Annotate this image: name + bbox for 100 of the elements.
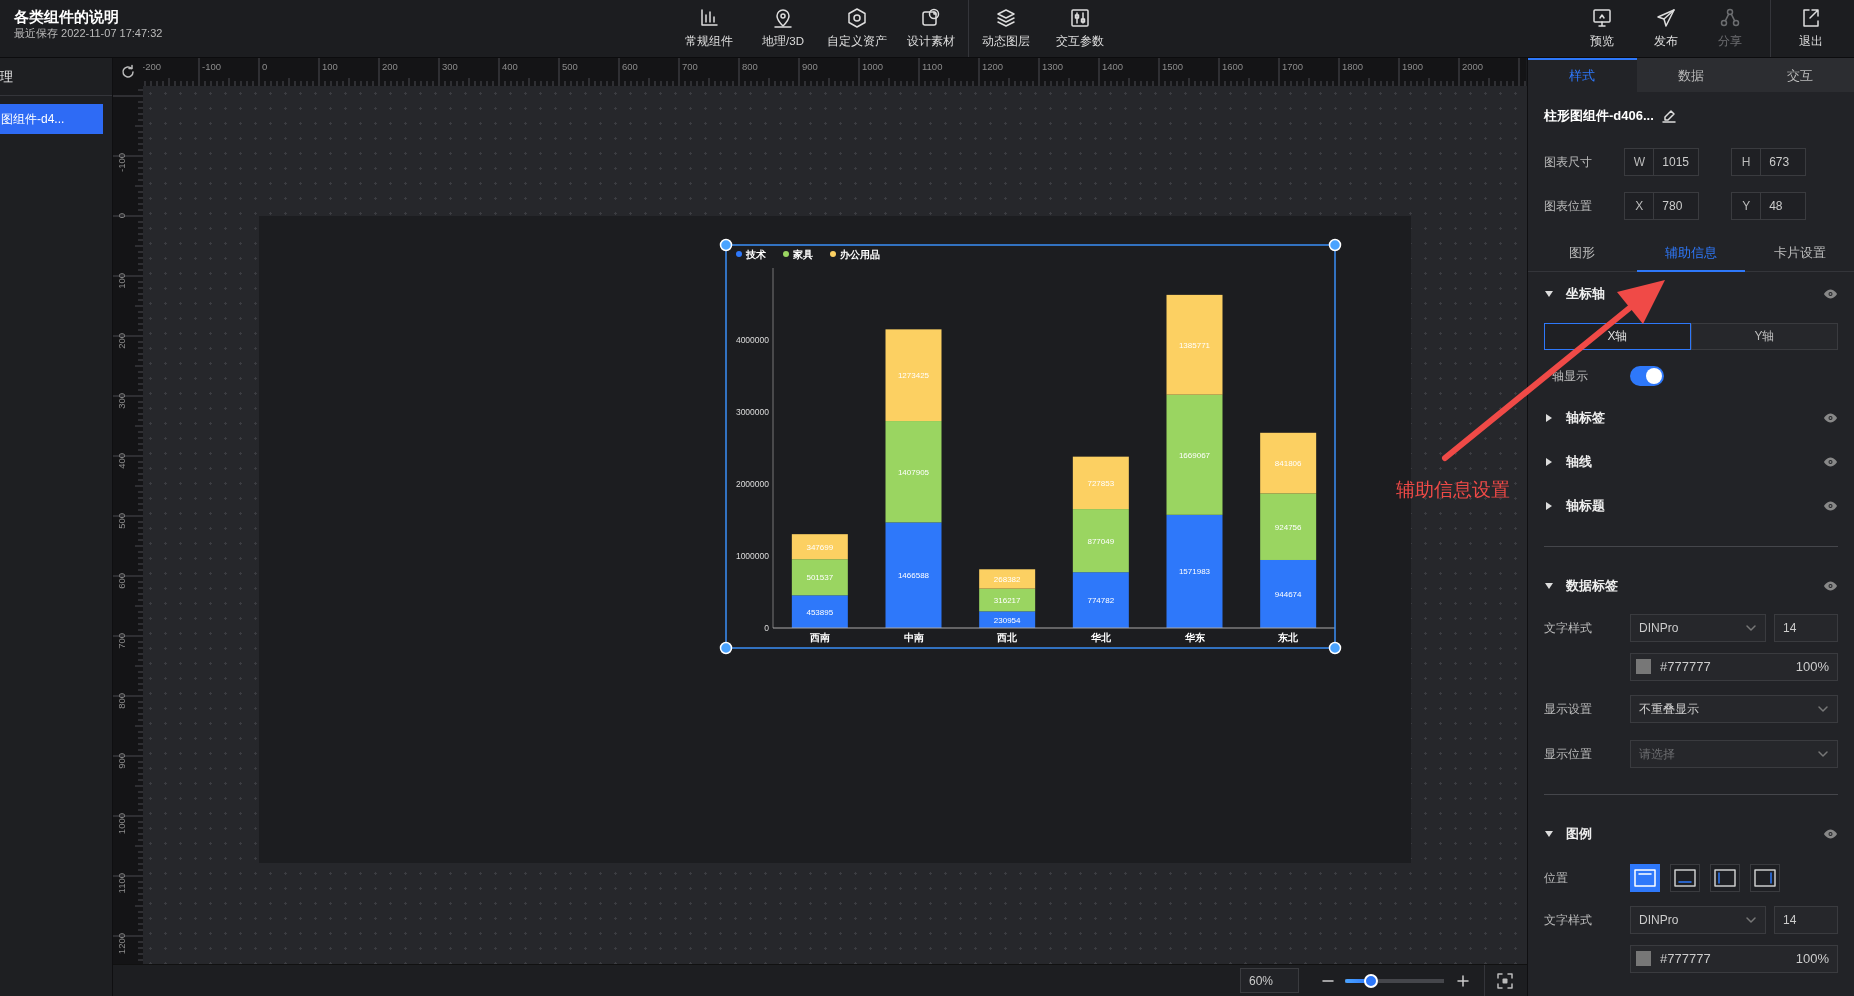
- data-label: 1466588: [897, 571, 930, 581]
- axis-label: 西北: [997, 632, 1018, 643]
- font-select[interactable]: DINPro: [1630, 905, 1766, 934]
- legend-label: 办公用品: [840, 248, 880, 260]
- panel-tab[interactable]: 数据: [1636, 58, 1746, 92]
- ruler-label: 0: [116, 213, 127, 219]
- ruler-label: 1500: [1162, 61, 1184, 72]
- field-label: 显示设置: [1544, 700, 1593, 718]
- sub-tab[interactable]: 图形: [1528, 236, 1637, 272]
- bar: [1260, 560, 1317, 628]
- bar: [791, 559, 848, 596]
- ruler-label: 300: [116, 393, 127, 409]
- plus-icon[interactable]: [1456, 973, 1470, 988]
- field-label: 显示位置: [1544, 745, 1593, 763]
- color-field[interactable]: #777777 100%: [1630, 652, 1838, 681]
- zoom-field[interactable]: 60%: [1240, 968, 1299, 993]
- axis-label: 0: [764, 623, 769, 633]
- eye-icon[interactable]: [1823, 827, 1838, 841]
- eye-icon[interactable]: [1823, 499, 1838, 513]
- panel-title: 理: [0, 67, 13, 86]
- legend-position-button[interactable]: [1710, 864, 1740, 892]
- layout-icon: [1714, 869, 1736, 887]
- data-label: 774782: [1087, 596, 1115, 606]
- legend-position-button[interactable]: [1630, 864, 1660, 892]
- data-label: 1385771: [1178, 340, 1211, 350]
- toolbar-button[interactable]: 地理/3D: [746, 0, 820, 58]
- slider-thumb[interactable]: [1363, 973, 1378, 988]
- toolbar-button[interactable]: 预览: [1570, 0, 1634, 58]
- resize-handle[interactable]: [719, 641, 733, 655]
- ruler-label: -100: [116, 153, 127, 172]
- toolbar-button[interactable]: 交互参数: [1043, 0, 1117, 58]
- paper-plane-icon: [1655, 7, 1677, 30]
- ruler-label: 1000: [116, 813, 127, 835]
- caret-icon[interactable]: [1544, 581, 1554, 591]
- ruler-label: 1000: [862, 61, 884, 72]
- bar: [791, 534, 848, 560]
- sub-tab[interactable]: 卡片设置: [1745, 236, 1854, 272]
- axis-label: 华北: [1090, 632, 1111, 643]
- field-label: 图表位置: [1544, 198, 1593, 215]
- toolbar-button[interactable]: 动态图层: [969, 0, 1043, 58]
- number-field[interactable]: H 673: [1731, 148, 1806, 176]
- toolbar-button[interactable]: 设计素材: [894, 0, 968, 58]
- ruler-label: -200: [143, 61, 161, 72]
- caret-icon[interactable]: [1544, 289, 1554, 299]
- size-field[interactable]: 14: [1774, 905, 1838, 934]
- eye-icon[interactable]: [1823, 287, 1838, 301]
- edit-icon[interactable]: [1661, 109, 1676, 123]
- resize-handle[interactable]: [1328, 641, 1342, 655]
- ruler-label: 500: [562, 61, 578, 72]
- eye-icon[interactable]: [1823, 579, 1838, 593]
- section-title: 坐标轴: [1566, 285, 1605, 304]
- resize-handle[interactable]: [719, 238, 733, 252]
- axis-label: 华东: [1184, 632, 1205, 643]
- font-select[interactable]: DINPro: [1630, 613, 1766, 642]
- toolbar-button[interactable]: 退出: [1779, 0, 1843, 58]
- ruler-label: 1200: [982, 61, 1004, 72]
- caret-icon[interactable]: [1544, 829, 1554, 839]
- caret-icon[interactable]: [1544, 457, 1554, 467]
- color-field[interactable]: #777777 100%: [1630, 944, 1838, 973]
- data-label: 453895: [806, 607, 834, 617]
- ruler-label: 1900: [1402, 61, 1424, 72]
- toolbar-button[interactable]: 常规组件: [672, 0, 746, 58]
- field-prefix: W: [1625, 149, 1655, 175]
- ruler-label: 400: [502, 61, 518, 72]
- bar: [1072, 572, 1129, 628]
- ruler-label: 100: [116, 273, 127, 289]
- ruler-label: 200: [116, 333, 127, 349]
- legend-position-button[interactable]: [1750, 864, 1780, 892]
- data-label: 501537: [806, 573, 834, 583]
- resize-handle[interactable]: [1328, 238, 1342, 252]
- segment-button[interactable]: Y轴: [1691, 322, 1838, 350]
- axis-label: 4000000: [735, 335, 769, 345]
- opacity-value: 100%: [1795, 949, 1829, 968]
- eye-icon[interactable]: [1823, 455, 1838, 469]
- save-time: 最近保存 2022-11-07 17:47:32: [14, 26, 164, 40]
- segment-button[interactable]: X轴: [1544, 322, 1691, 350]
- toolbar-button[interactable]: 发布: [1634, 0, 1698, 58]
- annotation-text: 辅助信息设置: [1396, 478, 1510, 502]
- refresh-icon[interactable]: [120, 64, 136, 80]
- dropdown[interactable]: 不重叠显示: [1630, 694, 1838, 723]
- ruler-label: 1400: [1102, 61, 1124, 72]
- layout-icon: [1674, 869, 1696, 887]
- bar: [1072, 456, 1129, 510]
- number-field[interactable]: Y 48: [1731, 192, 1806, 220]
- sub-tab[interactable]: 辅助信息: [1636, 236, 1746, 272]
- caret-icon[interactable]: [1544, 501, 1554, 511]
- number-field[interactable]: W 1015: [1624, 148, 1700, 176]
- toggle-switch[interactable]: [1630, 366, 1664, 386]
- legend-position-button[interactable]: [1670, 864, 1700, 892]
- size-field[interactable]: 14: [1774, 613, 1838, 642]
- layer-item[interactable]: 图组件-d4...: [0, 104, 103, 134]
- ruler-label: 100: [322, 61, 338, 72]
- panel-tab[interactable]: 交互: [1745, 58, 1854, 92]
- eye-icon[interactable]: [1823, 411, 1838, 425]
- axis-label: 西南: [809, 632, 830, 643]
- number-field[interactable]: X 780: [1624, 192, 1700, 220]
- fit-screen-icon[interactable]: [1497, 972, 1513, 989]
- caret-icon[interactable]: [1544, 413, 1554, 423]
- toolbar-button[interactable]: 自定义资产: [820, 0, 894, 58]
- sliders-icon: [1069, 7, 1091, 30]
